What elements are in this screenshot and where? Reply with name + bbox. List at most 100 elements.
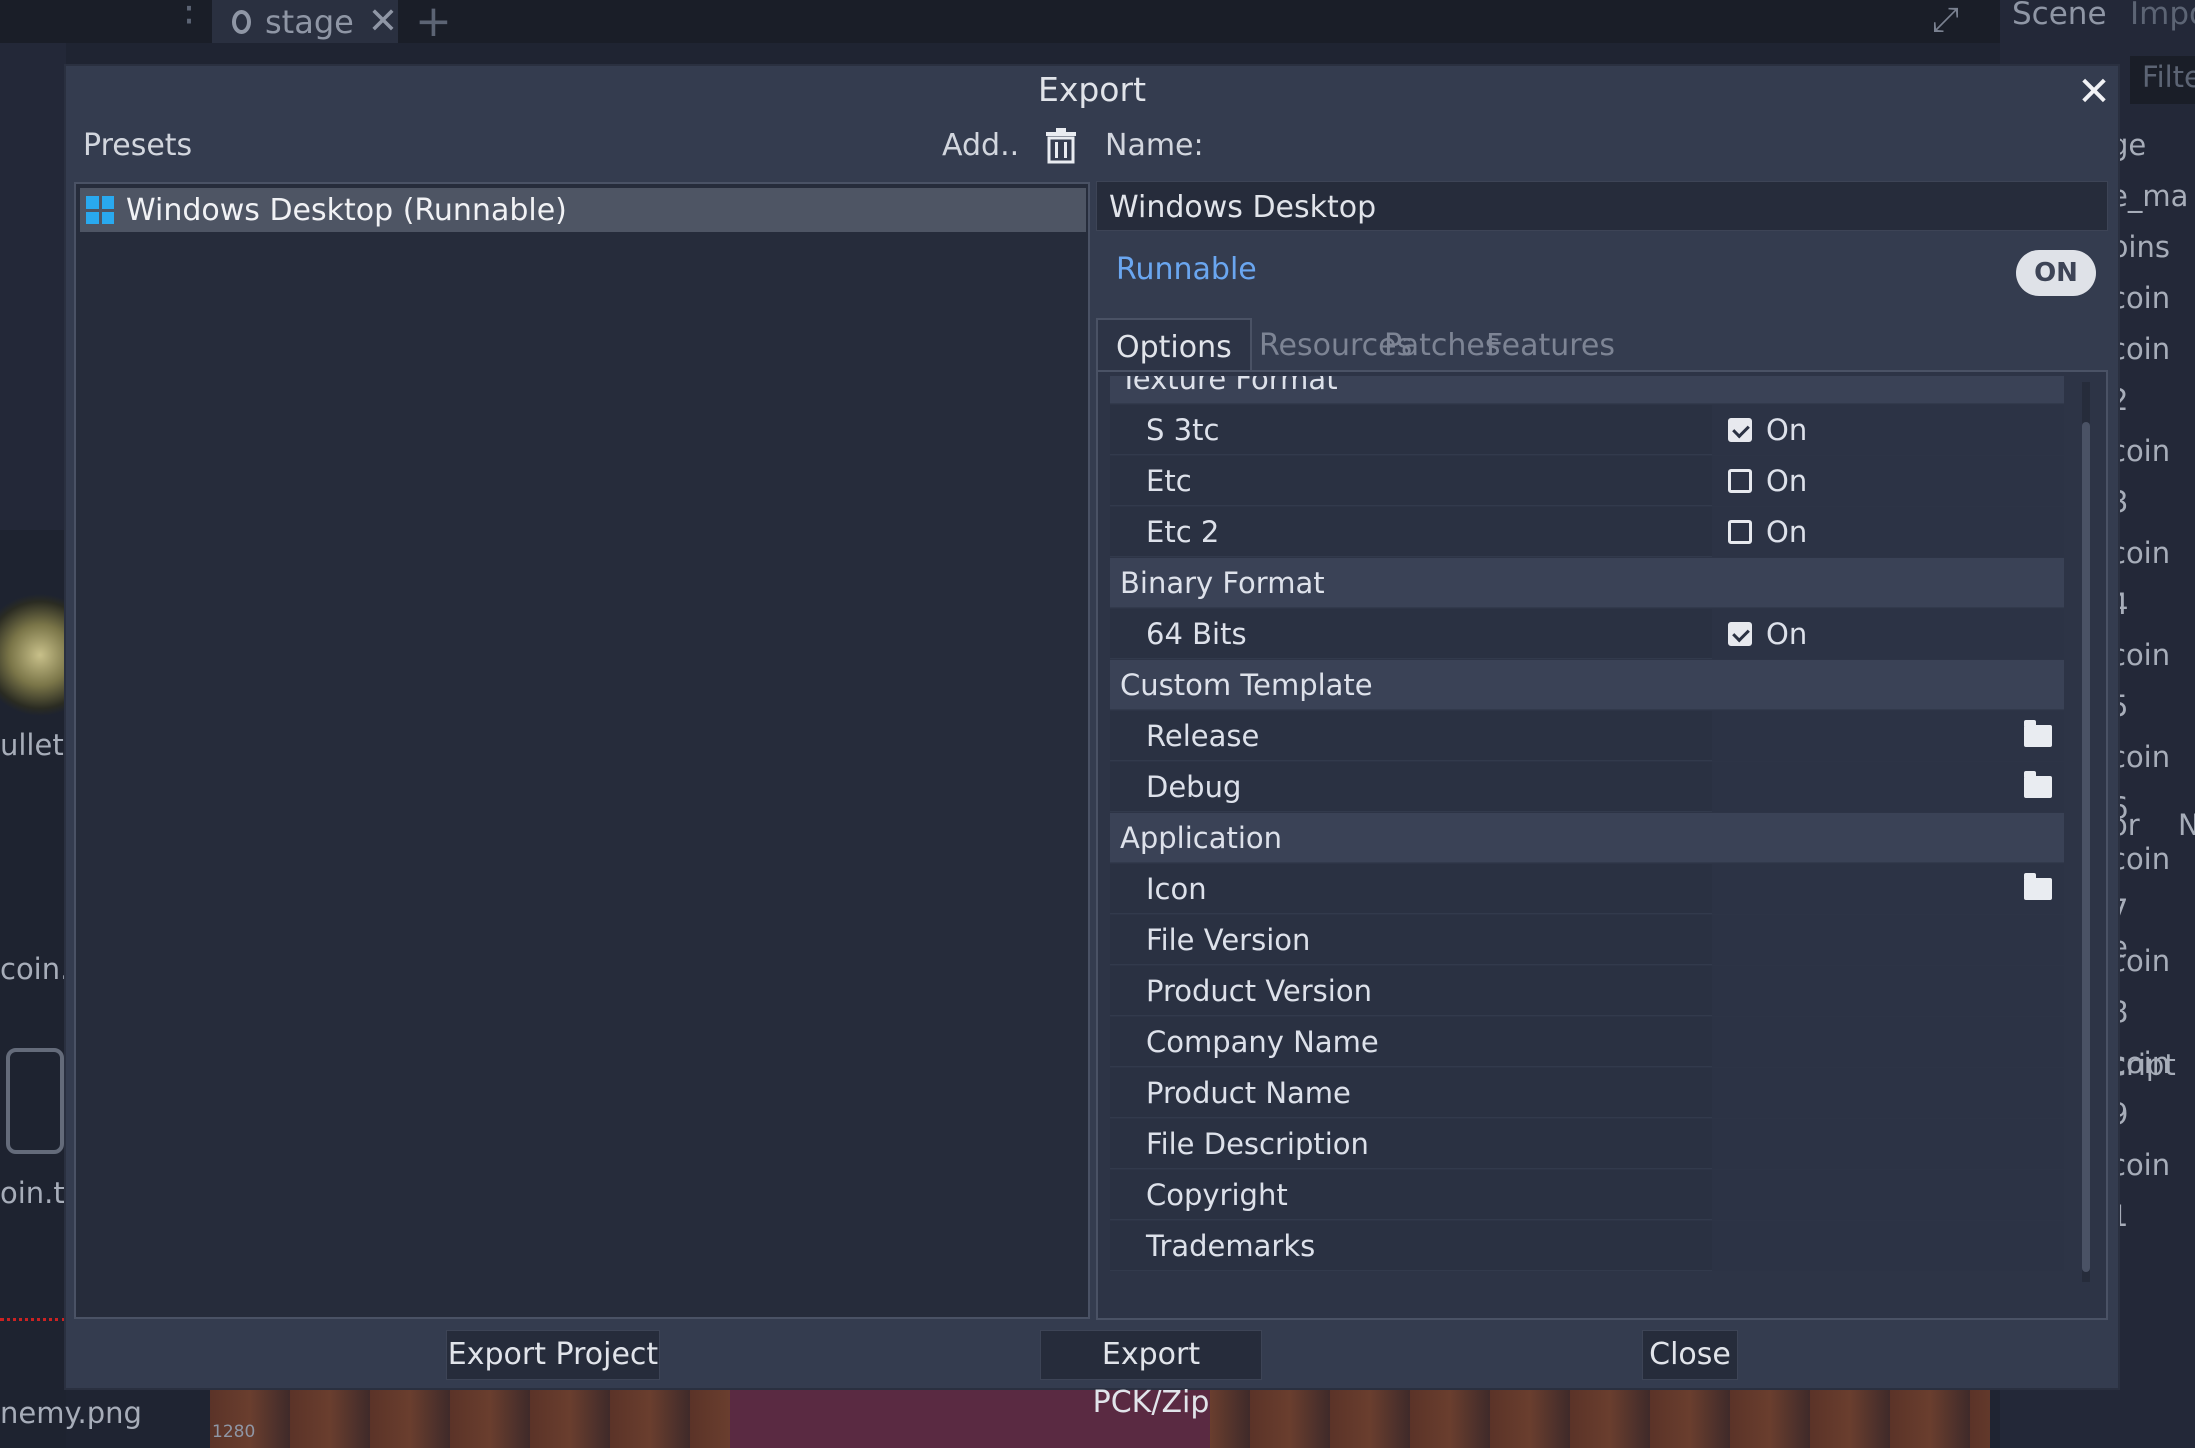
- property-label: Etc: [1146, 464, 1192, 498]
- section-binary-format[interactable]: Binary Format: [1110, 558, 2064, 608]
- property-label: Trademarks: [1146, 1229, 1316, 1263]
- presets-label: Presets: [83, 128, 193, 163]
- property-label: 64 Bits: [1146, 617, 1247, 651]
- property-release: Release: [1110, 711, 2064, 761]
- property-debug: Debug: [1110, 762, 2064, 812]
- folder-icon[interactable]: [2024, 771, 2052, 798]
- options-tabs: Options Resources Patches Features: [1096, 318, 2108, 370]
- section-texture-format[interactable]: Texture Format: [1110, 376, 2064, 404]
- property-label: File Version: [1146, 923, 1311, 957]
- property-label: Copyright: [1146, 1178, 1288, 1212]
- scene-tree-item[interactable]: coin 1: [2110, 1140, 2195, 1242]
- menu-dots-icon[interactable]: ⋮: [170, 0, 208, 26]
- trademarks-input[interactable]: [1712, 1221, 2064, 1271]
- etc-checkbox[interactable]: [1728, 469, 1752, 493]
- on-label: On: [1766, 413, 1808, 447]
- scene-tree-item[interactable]: coin 4: [2110, 528, 2195, 630]
- scene-tab[interactable]: stage ✕: [212, 0, 398, 43]
- scene-tree-item[interactable]: coin: [2110, 273, 2195, 324]
- on-label: On: [1766, 515, 1808, 549]
- property-trademarks: Trademarks: [1110, 1221, 2064, 1271]
- file-description-input[interactable]: [1712, 1119, 2064, 1169]
- property-file-version: File Version: [1110, 915, 2064, 965]
- file-icon[interactable]: [6, 1048, 64, 1154]
- on-label: On: [1766, 464, 1808, 498]
- section-application[interactable]: Application: [1110, 813, 2064, 863]
- company-name-input[interactable]: [1712, 1017, 2064, 1067]
- property-label: S 3tc: [1146, 413, 1220, 447]
- tab-import[interactable]: Impo: [2130, 0, 2195, 32]
- close-tab-icon[interactable]: ✕: [368, 1, 398, 42]
- property-label: Product Version: [1146, 974, 1372, 1008]
- section-label: Application: [1120, 821, 1283, 855]
- property-product-name: Product Name: [1110, 1068, 2064, 1118]
- tab-options[interactable]: Options: [1096, 318, 1252, 370]
- export-pck-button[interactable]: Export PCK/Zip: [1040, 1330, 1262, 1420]
- property-icon: Icon: [1110, 864, 2064, 914]
- property-etc2: Etc 2 On: [1110, 507, 2064, 557]
- property-etc: Etc On: [1110, 456, 2064, 506]
- close-icon[interactable]: ✕: [2074, 72, 2114, 112]
- scene-tree-item[interactable]: ge: [2110, 120, 2195, 171]
- value-column: [1712, 456, 2064, 506]
- export-project-button[interactable]: Export Project: [446, 1330, 660, 1380]
- property-label: Product Name: [1146, 1076, 1351, 1110]
- options-scrollbar[interactable]: [2082, 382, 2090, 1282]
- folder-icon[interactable]: [2024, 873, 2052, 900]
- scene-tree-item[interactable]: e_ma: [2110, 171, 2195, 222]
- close-button[interactable]: Close: [1642, 1330, 1738, 1380]
- copyright-input[interactable]: [1712, 1170, 2064, 1220]
- preset-item-label: Windows Desktop (Runnable): [126, 192, 567, 228]
- property-label: File Description: [1146, 1127, 1369, 1161]
- value-column: [1712, 711, 2064, 761]
- scene-tab-label: stage: [265, 2, 354, 41]
- bits64-checkbox[interactable]: [1728, 622, 1752, 646]
- folder-icon[interactable]: [2024, 720, 2052, 747]
- dialog-title: Export: [1037, 70, 1147, 109]
- trash-icon[interactable]: [1044, 128, 1078, 164]
- red-guide-line: [0, 1318, 66, 1321]
- value-column: [1712, 405, 2064, 455]
- tab-patches[interactable]: Patches: [1384, 318, 1500, 370]
- property-label: Debug: [1146, 770, 1242, 804]
- preset-name-input[interactable]: Windows Desktop: [1096, 181, 2108, 231]
- property-product-version: Product Version: [1110, 966, 2064, 1016]
- value-column: [1712, 762, 2064, 812]
- file-version-input[interactable]: [1712, 915, 2064, 965]
- ruler-value: 1280: [212, 1422, 256, 1442]
- s3tc-checkbox[interactable]: [1728, 418, 1752, 442]
- scene-tree-item[interactable]: coin 7: [2110, 834, 2195, 936]
- file-label[interactable]: nemy.png: [0, 1396, 142, 1430]
- scene-circle-icon: [232, 9, 251, 34]
- add-tab-icon[interactable]: +: [415, 0, 452, 47]
- tab-features[interactable]: Features: [1486, 318, 1615, 370]
- section-label: Binary Format: [1120, 566, 1325, 600]
- product-name-input[interactable]: [1712, 1068, 2064, 1118]
- scene-tree-item[interactable]: coin 5: [2110, 630, 2195, 732]
- etc2-checkbox[interactable]: [1728, 520, 1752, 544]
- scene-tree-item[interactable]: coin 2: [2110, 324, 2195, 426]
- tab-scene[interactable]: Scene: [2012, 0, 2107, 32]
- node-tab[interactable]: N: [2178, 808, 2195, 842]
- property-company-name: Company Name: [1110, 1017, 2064, 1067]
- property-label: Company Name: [1146, 1025, 1379, 1059]
- scene-tree-item[interactable]: pins: [2110, 222, 2195, 273]
- bullet-thumbnail[interactable]: [0, 590, 66, 720]
- preset-item[interactable]: Windows Desktop (Runnable): [80, 188, 1086, 232]
- fullscreen-icon[interactable]: ⤢: [1932, 0, 1959, 40]
- scene-tree-item[interactable]: coin 3: [2110, 426, 2195, 528]
- runnable-toggle[interactable]: ON: [2016, 250, 2096, 296]
- section-label: Custom Template: [1120, 668, 1373, 702]
- add-preset-button[interactable]: Add..: [942, 128, 1019, 163]
- property-s3tc: S 3tc On: [1110, 405, 2064, 455]
- product-version-input[interactable]: [1712, 966, 2064, 1016]
- value-column: [1712, 507, 2064, 557]
- property-64-bits: 64 Bits On: [1110, 609, 2064, 659]
- preset-list: Windows Desktop (Runnable): [74, 182, 1090, 1319]
- filter-input[interactable]: Filte: [2130, 56, 2195, 104]
- scrollbar-thumb[interactable]: [2082, 422, 2090, 1272]
- section-custom-template[interactable]: Custom Template: [1110, 660, 2064, 710]
- on-label: On: [1766, 617, 1808, 651]
- property-label: Etc 2: [1146, 515, 1220, 549]
- property-label: Icon: [1146, 872, 1207, 906]
